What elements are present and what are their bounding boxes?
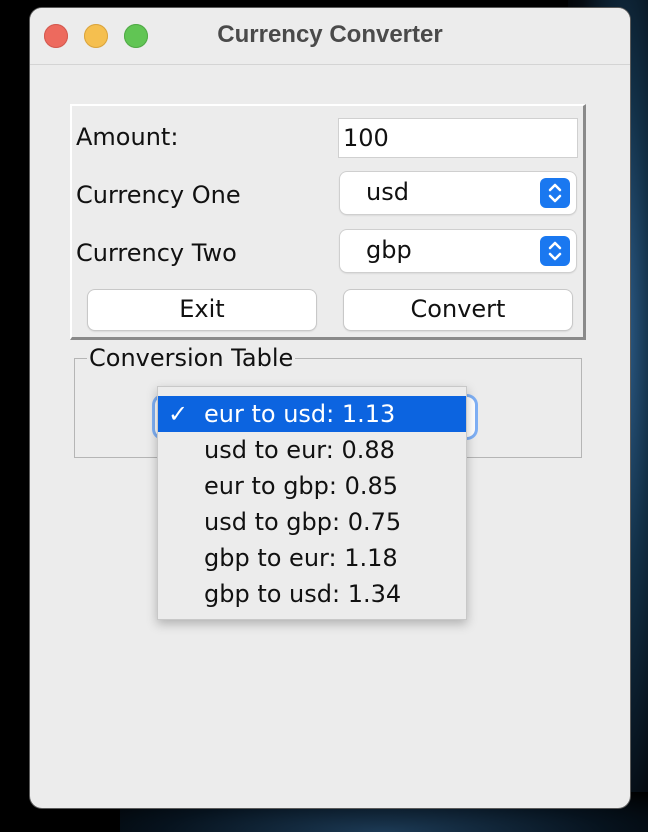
zoom-window-button[interactable] [124, 24, 148, 48]
up-down-chevron-icon [540, 178, 570, 208]
up-down-chevron-icon [540, 236, 570, 266]
amount-label: Amount: [76, 123, 179, 151]
convert-button[interactable]: Convert [344, 290, 572, 330]
currency-two-select[interactable]: gbp [340, 230, 576, 272]
dropdown-option[interactable]: eur to gbp: 0.85 [158, 468, 466, 504]
option-label: gbp to eur: 1.18 [204, 544, 398, 572]
minimize-window-button[interactable] [84, 24, 108, 48]
dropdown-option[interactable]: usd to gbp: 0.75 [158, 504, 466, 540]
exit-button[interactable]: Exit [88, 290, 316, 330]
currency-one-select[interactable]: usd [340, 172, 576, 214]
option-label: usd to gbp: 0.75 [204, 508, 402, 536]
currency-two-value: gbp [366, 236, 412, 264]
option-label: usd to eur: 0.88 [204, 436, 395, 464]
currency-converter-window: Currency Converter Amount: 100 Currency … [30, 8, 630, 808]
dropdown-option[interactable]: usd to eur: 0.88 [158, 432, 466, 468]
option-label: eur to gbp: 0.85 [204, 472, 399, 500]
window-title: Currency Converter [217, 21, 443, 48]
converter-form-panel: Amount: 100 Currency One usd Currency Tw… [70, 104, 586, 340]
currency-one-value: usd [366, 178, 409, 206]
close-window-button[interactable] [44, 24, 68, 48]
title-bar[interactable]: Currency Converter [30, 8, 630, 65]
currency-two-label: Currency Two [76, 239, 237, 267]
option-label: gbp to usd: 1.34 [204, 580, 402, 608]
dropdown-option[interactable]: gbp to usd: 1.34 [158, 576, 466, 612]
currency-one-label: Currency One [76, 181, 241, 209]
conversion-table-title: Conversion Table [87, 343, 296, 373]
dropdown-option[interactable]: gbp to eur: 1.18 [158, 540, 466, 576]
amount-input[interactable]: 100 [338, 118, 578, 158]
dropdown-option[interactable]: ✓ eur to usd: 1.13 [158, 396, 466, 432]
conversion-dropdown-menu: ✓ eur to usd: 1.13 usd to eur: 0.88 eur … [157, 386, 467, 620]
checkmark-icon: ✓ [168, 400, 189, 428]
option-label: eur to usd: 1.13 [204, 400, 396, 428]
